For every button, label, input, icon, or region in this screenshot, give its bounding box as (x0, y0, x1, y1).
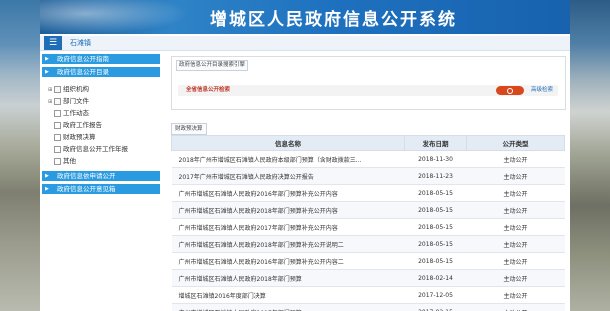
search-bar[interactable]: 全省信息公开检索 高级检索 (178, 85, 558, 96)
folder-icon (54, 133, 61, 141)
column-header-name[interactable]: 信息名称 (171, 135, 405, 151)
cell-name[interactable]: 广州市增城区石滩镇人民政府2017年部门预算补充公开内容 (171, 218, 405, 236)
section-tab-finance[interactable]: 财政预决算 (171, 123, 207, 135)
background-landscape-right (570, 0, 610, 311)
cell-name[interactable]: 2017年广州市增城区石滩镇人民政府决算公开报告 (171, 167, 405, 185)
chevron-right-icon: ▶ (45, 173, 49, 179)
cell-type: 主动公开 (466, 235, 565, 253)
chevron-right-icon: ▶ (45, 69, 49, 75)
cell-date: 2018-02-14 (404, 269, 467, 287)
cell-type: 主动公开 (466, 201, 565, 219)
folder-icon (54, 145, 61, 153)
sidebar: ▶ 政府信息公开指南 ▶ 政府信息公开目录 ⊞ 组织机构 ⊞ 部门文件工作动态政府工作报告 财政… (42, 54, 160, 197)
table-row[interactable]: 广州市增城区石滩镇人民政府2018年部门预算补充公开说明二 2018-05-15 主… (171, 235, 565, 253)
table-row[interactable]: 广州市增城区石滩镇人民政府2018年部门预算 2018-02-14 主动公开 (171, 269, 565, 287)
cell-date: 2018-05-15 (404, 218, 467, 236)
cell-date: 2018-05-15 (404, 201, 467, 219)
tree-item[interactable]: 其他 (48, 155, 160, 167)
cell-name[interactable]: 2018年广州市增城区石滩镇人民政府本级部门预算（含财政拨款三... (171, 150, 405, 168)
folder-icon (54, 121, 61, 129)
sidebar-item-label: 政府信息公开意见箱 (57, 185, 116, 193)
tree-item[interactable]: ⊞ 组织机构 (48, 83, 160, 95)
tree-item-label: 政府信息公开工作年报 (63, 145, 128, 153)
cell-name[interactable]: 增城区石滩镇2016年度部门决算 (171, 286, 405, 304)
cell-name[interactable]: 广州市增城区石滩镇人民政府2016年部门预算补充公开内容 (171, 184, 405, 202)
cell-date: 2018-05-15 (404, 235, 467, 253)
tree-item-label: 财政预决算 (63, 133, 96, 141)
sidebar-item-top-1[interactable]: ▶ 政府信息公开目录 (42, 67, 160, 77)
cell-date: 2018-05-15 (404, 252, 467, 270)
cell-type: 主动公开 (466, 286, 565, 304)
tree-item-label: 组织机构 (63, 85, 89, 93)
search-scope-label: 全省信息公开检索 (186, 87, 231, 93)
table-row[interactable]: 广州市增城区石滩镇人民政府2017年部门预算2017-02-15主动公开 (171, 303, 565, 311)
tree-item-label: 其他 (63, 157, 76, 165)
site-title: 增城区人民政府信息公开系统 (210, 10, 457, 30)
tree-item-label: 工作动态 (63, 109, 89, 117)
advanced-search-link[interactable]: 高级检索 (531, 85, 553, 96)
cell-name[interactable]: 广州市增城区石滩镇人民政府2018年部门预算补充公开内容 (171, 201, 405, 219)
tree-item[interactable]: ⊞ 部门文件 (48, 95, 160, 107)
cell-type: 主动公开 (466, 167, 565, 185)
search-panel-title: 政府信息公开目录搜索引擎 (176, 60, 249, 71)
folder-icon (54, 85, 61, 93)
folder-icon (54, 157, 61, 165)
cell-date: 2018-11-23 (404, 167, 467, 185)
sidebar-item-top-0[interactable]: ▶ 政府信息公开指南 (42, 54, 160, 64)
cell-date: 2017-12-05 (404, 286, 467, 304)
cell-type: 主动公开 (466, 269, 565, 287)
search-icon (507, 88, 513, 94)
table-row[interactable]: 2017年广州市增城区石滩镇人民政府决算公开报告 2018-11-23 主动公开 (171, 167, 565, 185)
table-row[interactable]: 广州市增城区石滩镇人民政府2017年部门预算补充公开内容 2018-05-15 主动… (171, 218, 565, 236)
cell-name[interactable]: 广州市增城区石滩镇人民政府2018年部门预算补充公开说明二 (171, 235, 405, 253)
search-panel: 政府信息公开目录搜索引擎 全省信息公开检索 高级检索 (171, 56, 566, 110)
tree-item[interactable]: 工作动态 (48, 107, 160, 119)
banner-decoration (40, 0, 190, 34)
table-row[interactable]: 2018年广州市增城区石滩镇人民政府本级部门预算（含财政拨款三... 2018-1… (171, 150, 565, 168)
chevron-right-icon: ▶ (45, 186, 49, 192)
tree-item-label: 政府工作报告 (63, 121, 102, 129)
search-button[interactable] (496, 86, 524, 95)
cell-type: 主动公开 (466, 184, 565, 202)
table-row[interactable]: 广州市增城区石滩镇人民政府2016年部门预算补充公开内容 2018-05-15 主动… (171, 184, 565, 202)
tree-item-label: 部门文件 (63, 97, 89, 105)
cell-type: 主动公开 (466, 303, 565, 311)
cell-name[interactable]: 广州市增城区石滩镇人民政府2018年部门预算 (171, 269, 405, 287)
sidebar-item-bottom-1[interactable]: ▶ 政府信息公开意见箱 (42, 184, 160, 194)
header-banner: 增城区人民政府信息公开系统 (40, 0, 570, 34)
cell-type: 主动公开 (466, 252, 565, 270)
cell-date: 2018-05-15 (404, 184, 467, 202)
category-tree: ⊞ 组织机构 ⊞ 部门文件工作动态政府工作报告 财政预决算政府信息公开工作年报 其他 (48, 83, 160, 167)
column-header-type[interactable]: 公开类型 (466, 135, 565, 151)
cell-date: 2018-11-30 (404, 150, 467, 168)
cell-name[interactable]: 广州市增城区石滩镇人民政府2017年部门预算 (171, 303, 405, 311)
page-frame: 增城区人民政府信息公开系统 ☰ 石滩镇 ▶ 政府信息公开指南 ▶ 政府信息公开目录 ⊞ 组… (40, 0, 570, 311)
nav-bar: ☰ 石滩镇 (40, 36, 570, 51)
sidebar-item-label: 政府信息公开目录 (57, 68, 109, 76)
column-header-date[interactable]: 发布日期 (404, 135, 467, 151)
tree-item[interactable]: 政府信息公开工作年报 (48, 143, 160, 155)
main-content: 政府信息公开目录搜索引擎 全省信息公开检索 高级检索 财政预决算 信息名称 发布… (171, 56, 566, 311)
folder-icon (54, 97, 61, 105)
tree-item[interactable]: 政府工作报告 (48, 119, 160, 131)
chevron-right-icon: ▶ (45, 56, 49, 62)
sidebar-item-label: 政府信息依申请公开 (57, 172, 116, 180)
info-table: 信息名称 发布日期 公开类型 2018年广州市增城区石滩镇人民政府本级部门预算（… (171, 135, 565, 311)
breadcrumb[interactable]: 石滩镇 (70, 36, 91, 50)
tree-item[interactable]: 财政预决算 (48, 131, 160, 143)
cell-type: 主动公开 (466, 150, 565, 168)
cell-type: 主动公开 (466, 218, 565, 236)
table-body: 2018年广州市增城区石滩镇人民政府本级部门预算（含财政拨款三... 2018-1… (171, 150, 565, 311)
folder-icon (54, 109, 61, 117)
table-row[interactable]: 广州市增城区石滩镇人民政府2018年部门预算补充公开内容 2018-05-15 主动… (171, 201, 565, 219)
sidebar-item-label: 政府信息公开指南 (57, 55, 109, 63)
table-row[interactable]: 广州市增城区石滩镇人民政府2016年部门预算补充公开内容二 2018-05-15 主… (171, 252, 565, 270)
sidebar-item-bottom-0[interactable]: ▶ 政府信息依申请公开 (42, 171, 160, 181)
menu-icon[interactable]: ☰ (44, 36, 62, 50)
cell-date: 2017-02-15 (404, 303, 467, 311)
cell-name[interactable]: 广州市增城区石滩镇人民政府2016年部门预算补充公开内容二 (171, 252, 405, 270)
background-landscape-left (0, 0, 40, 311)
table-row[interactable]: 增城区石滩镇2016年度部门决算 2017-12-05 主动公开 (171, 286, 565, 304)
